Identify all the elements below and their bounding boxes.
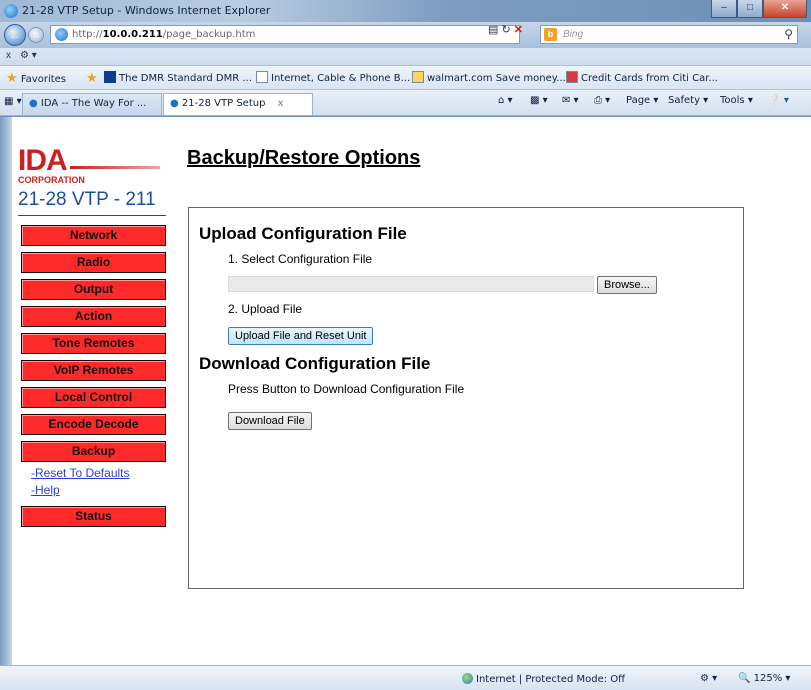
page-favicon-icon <box>55 28 68 41</box>
menu-tone-remotes[interactable]: Tone Remotes <box>21 333 166 354</box>
maximize-button[interactable]: □ <box>737 0 763 18</box>
menu-voip-remotes[interactable]: VoIP Remotes <box>21 360 166 381</box>
browser-side-frame <box>0 117 12 665</box>
page-viewport: IDA CORPORATION 21-28 VTP - 211 Network … <box>12 117 811 665</box>
upload-heading: Upload Configuration File <box>199 224 407 243</box>
address-field[interactable]: http://10.0.0.211/page_backup.htm <box>50 25 520 44</box>
forward-button[interactable]: → <box>28 27 44 43</box>
ida-logo: IDA CORPORATION <box>18 144 160 185</box>
page-menu[interactable]: Page ▾ <box>626 95 658 106</box>
favorite-link-walmart[interactable]: walmart.com Save money... <box>412 71 566 84</box>
upload-reset-button[interactable]: Upload File and Reset Unit <box>228 327 374 345</box>
menu-output[interactable]: Output <box>21 279 166 300</box>
menu-network[interactable]: Network <box>21 225 166 246</box>
favorites-button[interactable]: ★ Favorites <box>6 71 66 86</box>
quick-tabs-icon[interactable]: ▦ ▾ <box>4 96 22 107</box>
feeds-icon[interactable]: ▩ ▾ <box>530 95 548 106</box>
refresh-icon[interactable]: ↻ <box>501 24 510 36</box>
search-field[interactable]: b Bing ⚲ <box>540 25 798 44</box>
favorite-link-citi[interactable]: Credit Cards from Citi Car... <box>566 71 718 84</box>
search-icon[interactable]: ⚲ <box>784 27 793 41</box>
window-controls: – □ ✕ <box>711 0 807 18</box>
tab-bar: ▦ ▾ ● IDA -- The Way For ... ● 21-28 VTP… <box>0 90 811 116</box>
home-icon[interactable]: ⌂ ▾ <box>498 95 513 106</box>
menu-encode-decode[interactable]: Encode Decode <box>21 414 166 435</box>
safety-menu[interactable]: Safety ▾ <box>668 95 708 106</box>
mail-icon[interactable]: ✉ ▾ <box>562 95 579 106</box>
cable-icon <box>256 71 268 83</box>
favorite-link-dmr[interactable]: The DMR Standard DMR ... <box>104 71 252 84</box>
compat-view-icon[interactable]: ▤ <box>488 24 498 36</box>
print-icon[interactable]: ⎙ ▾ <box>594 95 610 106</box>
tab-ida[interactable]: ● IDA -- The Way For ... <box>22 93 162 115</box>
favorites-label: Favorites <box>20 74 67 85</box>
search-placeholder: Bing <box>563 29 584 40</box>
menu-action[interactable]: Action <box>21 306 166 327</box>
close-window-button[interactable]: ✕ <box>763 0 807 18</box>
link-help[interactable]: -Help <box>31 483 60 497</box>
backup-panel: Upload Configuration File 1. Select Conf… <box>188 207 744 589</box>
step-upload-file: 2. Upload File <box>228 302 303 316</box>
config-file-input[interactable] <box>228 276 594 292</box>
close-tab-icon[interactable]: x <box>277 98 283 109</box>
download-file-button[interactable]: Download File <box>228 412 312 430</box>
address-tools: ▤ ↻ ✕ <box>488 23 523 36</box>
protected-mode-icon[interactable]: ⚙ ▾ <box>700 673 717 684</box>
minimize-button[interactable]: – <box>711 0 737 18</box>
back-button[interactable]: ← <box>4 24 26 46</box>
citi-icon <box>566 71 578 83</box>
stop-icon[interactable]: ✕ <box>514 24 523 36</box>
menu-backup[interactable]: Backup <box>21 441 166 462</box>
logo-subtext: CORPORATION <box>18 175 85 185</box>
logo-text: IDA <box>18 144 68 177</box>
zoom-control[interactable]: 🔍 125% ▾ <box>738 673 790 684</box>
address-url: http://10.0.0.211/page_backup.htm <box>72 29 256 40</box>
command-row: x ⚙ ▾ <box>0 48 811 66</box>
globe-icon <box>462 673 473 684</box>
unit-name: 21-28 VTP - 211 <box>18 189 156 210</box>
addon-icon[interactable]: ⚙ ▾ <box>20 50 37 61</box>
close-toolbar-icon[interactable]: x <box>6 50 11 61</box>
page-title: Backup/Restore Options <box>187 147 421 169</box>
address-toolbar: ← → http://10.0.0.211/page_backup.htm ▤ … <box>0 22 811 48</box>
walmart-icon <box>412 71 424 83</box>
step-select-file: 1. Select Configuration File <box>228 252 373 266</box>
browse-button[interactable]: Browse... <box>597 276 657 294</box>
window-titlebar: 21-28 VTP Setup - Windows Internet Explo… <box>0 0 811 22</box>
window-title: 21-28 VTP Setup - Windows Internet Explo… <box>22 4 271 17</box>
logo-bar <box>70 166 160 169</box>
favorite-link-internet[interactable]: Internet, Cable & Phone B... <box>256 71 410 84</box>
dmr-icon <box>104 71 116 83</box>
download-heading: Download Configuration File <box>199 354 431 373</box>
help-icon[interactable]: ❔ ▾ <box>768 95 789 106</box>
link-reset-to-defaults[interactable]: -Reset To Defaults <box>31 466 130 480</box>
favorites-bar: ★ Favorites ★ The DMR Standard DMR ... I… <box>0 66 811 90</box>
menu-local-control[interactable]: Local Control <box>21 387 166 408</box>
tools-menu[interactable]: Tools ▾ <box>720 95 753 106</box>
status-bar: Internet | Protected Mode: Off ⚙ ▾ 🔍 125… <box>0 665 811 690</box>
add-favorite-icon[interactable]: ★ <box>86 71 98 86</box>
favorites-star-icon: ★ <box>6 71 18 86</box>
menu-radio[interactable]: Radio <box>21 252 166 273</box>
download-instruction: Press Button to Download Configuration F… <box>228 382 465 396</box>
divider <box>18 215 166 216</box>
menu-status[interactable]: Status <box>21 506 166 527</box>
tab-vtp-setup[interactable]: ● 21-28 VTP Setup x <box>163 93 313 115</box>
ie-logo-icon <box>4 4 18 18</box>
bing-icon: b <box>544 28 557 41</box>
security-zone[interactable]: Internet | Protected Mode: Off <box>462 673 625 685</box>
